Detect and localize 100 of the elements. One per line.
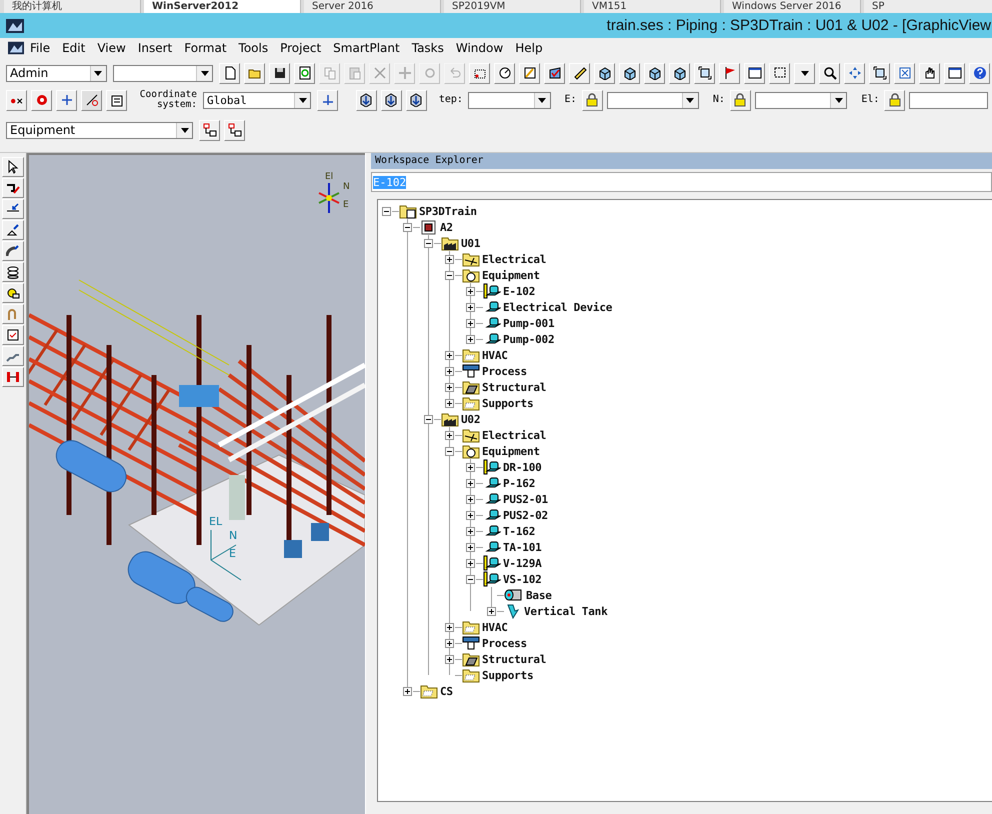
collapse-icon[interactable] — [445, 446, 454, 456]
tree-item[interactable]: P-162 — [503, 476, 536, 490]
expand-icon[interactable] — [445, 430, 454, 440]
menu-item[interactable]: File — [24, 41, 56, 55]
tool-button[interactable] — [2, 157, 24, 177]
permission-group-dropdown[interactable]: Admin — [6, 64, 106, 82]
elevation-field[interactable] — [909, 92, 988, 108]
tree-item[interactable]: Electrical Device — [503, 300, 612, 314]
tree-item[interactable]: Supports — [482, 668, 534, 682]
expand-icon[interactable] — [466, 286, 475, 296]
toolbar-button[interactable] — [894, 62, 915, 84]
toolbar-button[interactable] — [56, 90, 77, 110]
tree-item[interactable]: U01 — [461, 236, 480, 250]
toolbar-button[interactable] — [469, 62, 490, 84]
tree-item[interactable]: Pump-001 — [503, 316, 554, 330]
browser-tab[interactable]: WinServer2012 — [144, 0, 301, 13]
toolbar-button[interactable] — [669, 62, 690, 84]
toolbar-button[interactable] — [569, 62, 590, 84]
expand-icon[interactable] — [466, 302, 475, 312]
lock-button[interactable] — [884, 90, 906, 110]
tool-button[interactable] — [2, 178, 24, 198]
tree-item[interactable]: Equipment — [482, 444, 540, 458]
toolbar-button[interactable] — [317, 90, 338, 110]
tree-item[interactable]: HVAC — [482, 620, 508, 634]
expand-icon[interactable] — [403, 686, 412, 696]
menu-item[interactable]: Tools — [232, 41, 274, 55]
menu-item[interactable]: Edit — [56, 41, 92, 55]
tree-item[interactable]: A2 — [440, 220, 453, 234]
tree-item[interactable]: Electrical — [482, 252, 546, 266]
expand-icon[interactable] — [466, 478, 475, 488]
expand-icon[interactable] — [445, 366, 454, 376]
toolbar-button[interactable] — [224, 120, 245, 140]
tree-item[interactable]: Process — [482, 636, 527, 650]
locate-filter-dropdown[interactable]: Equipment — [6, 122, 193, 138]
toolbar-button[interactable] — [919, 62, 940, 84]
graphic-view[interactable]: El N E EL N E — [27, 153, 365, 814]
tree-item[interactable]: HVAC — [482, 348, 508, 362]
tree-item[interactable]: VS-102 — [503, 572, 542, 586]
east-field[interactable] — [606, 92, 699, 108]
toolbar-button[interactable] — [81, 90, 102, 110]
expand-icon[interactable] — [445, 382, 454, 392]
toolbar-button[interactable] — [356, 90, 377, 110]
tree-item[interactable]: Pump-002 — [503, 332, 554, 346]
expand-icon[interactable] — [466, 318, 475, 328]
expand-icon[interactable] — [445, 350, 454, 360]
toolbar-button[interactable] — [619, 62, 640, 84]
tool-button[interactable] — [2, 199, 24, 219]
toolbar-button[interactable] — [944, 62, 965, 84]
menu-item[interactable]: SmartPlant — [327, 41, 406, 55]
expand-icon[interactable] — [466, 526, 475, 536]
tree-item[interactable]: Structural — [482, 652, 546, 666]
expand-icon[interactable] — [487, 606, 496, 616]
tree-item[interactable]: Supports — [482, 396, 534, 410]
expand-icon[interactable] — [445, 622, 454, 632]
menu-item[interactable]: Format — [178, 41, 233, 55]
expand-icon[interactable] — [466, 334, 475, 344]
tool-button[interactable] — [2, 220, 24, 240]
expand-icon[interactable] — [466, 542, 475, 552]
collapse-icon[interactable] — [382, 206, 391, 216]
browser-tab[interactable]: VM151 — [584, 0, 721, 13]
tool-button[interactable] — [2, 325, 24, 345]
tree-item[interactable]: SP3DTrain — [419, 204, 477, 218]
tool-button[interactable] — [2, 262, 24, 282]
browser-tab[interactable]: 我的计算机 — [4, 0, 141, 13]
toolbar-button[interactable] — [644, 62, 665, 84]
toolbar-button[interactable] — [694, 62, 715, 84]
lock-button[interactable] — [730, 90, 751, 110]
menu-item[interactable]: Help — [509, 41, 549, 55]
toolbar-button[interactable] — [219, 62, 240, 84]
tree-item[interactable]: U02 — [461, 412, 480, 426]
menu-item[interactable]: Tasks — [406, 41, 450, 55]
tree-item[interactable]: Electrical — [482, 428, 546, 442]
tree-item[interactable]: T-162 — [503, 524, 536, 538]
toolbar-button[interactable] — [544, 62, 565, 84]
browser-tab[interactable]: Windows Server 2016 — [724, 0, 861, 13]
tree-item[interactable]: E-102 — [503, 284, 536, 298]
toolbar-button[interactable] — [6, 90, 27, 110]
collapse-icon[interactable] — [466, 574, 475, 584]
browser-tab[interactable]: SP — [864, 0, 992, 13]
tree-item[interactable]: TA-101 — [503, 540, 542, 554]
expand-icon[interactable] — [466, 462, 475, 472]
menu-item[interactable]: View — [91, 41, 132, 55]
toolbar-button[interactable] — [719, 62, 740, 84]
toolbar-button[interactable] — [869, 62, 890, 84]
menu-item[interactable]: Insert — [132, 41, 178, 55]
toolbar-button[interactable] — [794, 62, 815, 84]
browser-tab[interactable]: SP2019VM — [444, 0, 581, 13]
tree-item[interactable]: V-129A — [503, 556, 542, 570]
tree-item[interactable]: Structural — [482, 380, 546, 394]
toolbar-button[interactable] — [199, 120, 220, 140]
expand-icon[interactable] — [445, 654, 454, 664]
tree-item[interactable]: Process — [482, 364, 527, 378]
expand-icon[interactable] — [445, 638, 454, 648]
tree-item[interactable]: Equipment — [482, 268, 540, 282]
toolbar-button[interactable] — [594, 62, 615, 84]
expand-icon[interactable] — [466, 510, 475, 520]
toolbar-button[interactable] — [106, 90, 127, 110]
collapse-icon[interactable] — [403, 222, 412, 232]
toolbar-button[interactable] — [969, 62, 990, 84]
toolbar-button[interactable] — [519, 62, 540, 84]
